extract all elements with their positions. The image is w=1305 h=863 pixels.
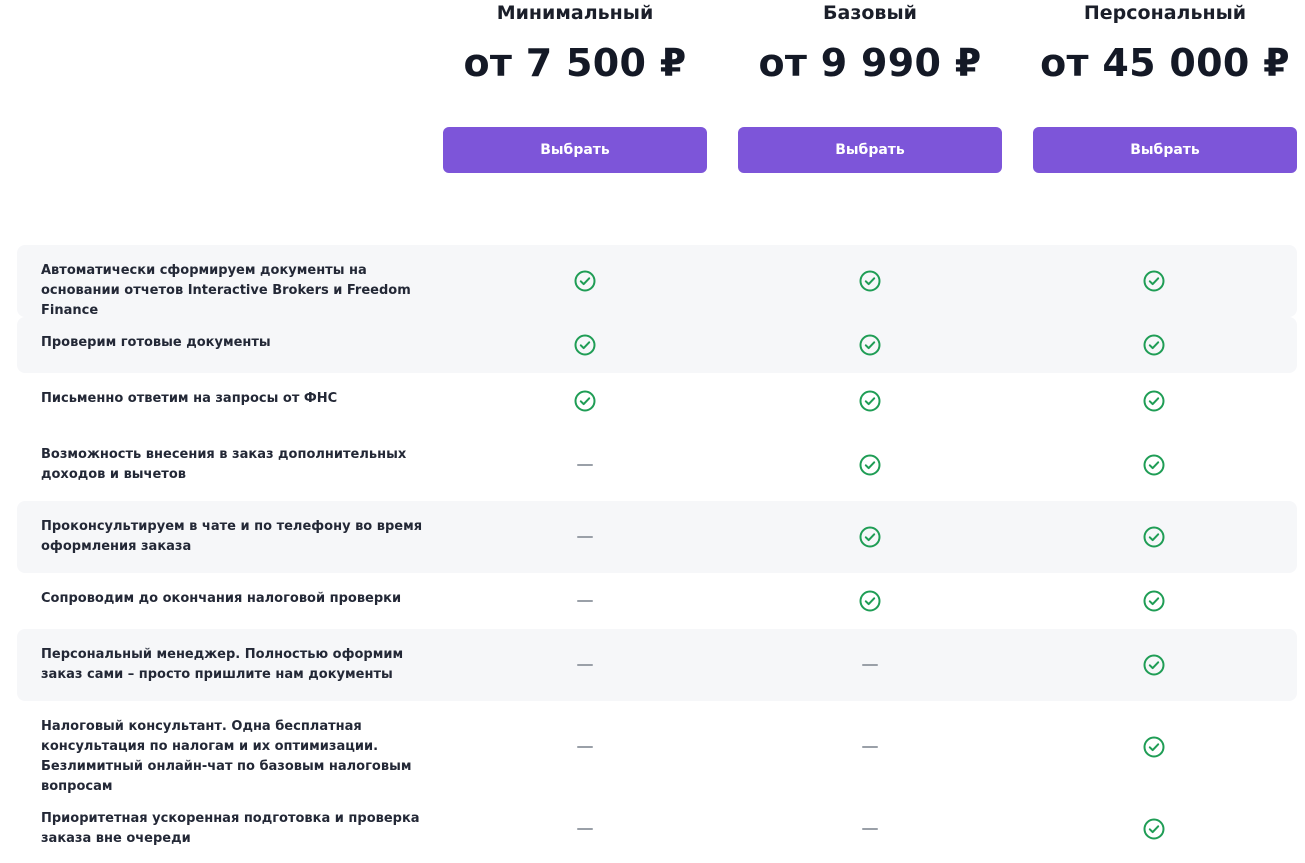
feature-cell bbox=[565, 573, 605, 629]
plan-price: от 9 990 ₽ bbox=[758, 41, 982, 85]
feature-cell bbox=[1134, 317, 1174, 373]
feature-cell bbox=[565, 245, 605, 317]
plan-name: Минимальный bbox=[496, 2, 654, 24]
dash-icon bbox=[577, 464, 593, 466]
feature-label: Письменно ответим на запросы от ФНС bbox=[41, 391, 338, 406]
feature-cell bbox=[850, 701, 890, 793]
check-circle-icon bbox=[859, 390, 881, 412]
feature-cell bbox=[565, 429, 605, 501]
feature-cell bbox=[565, 501, 605, 573]
plan-minimal: Минимальный от 7 500 ₽ Выбрать bbox=[443, 0, 707, 173]
feature-cell bbox=[850, 373, 890, 429]
check-circle-icon bbox=[1143, 270, 1165, 292]
dash-icon bbox=[862, 746, 878, 748]
dash-icon bbox=[577, 664, 593, 666]
feature-label: Налоговый консультант. Одна бесплатная к… bbox=[41, 719, 412, 794]
feature-row: Возможность внесения в заказ дополнитель… bbox=[17, 429, 1297, 501]
dash-icon bbox=[577, 828, 593, 830]
check-circle-icon bbox=[859, 590, 881, 612]
feature-cell bbox=[1134, 373, 1174, 429]
check-circle-icon bbox=[859, 526, 881, 548]
check-circle-icon bbox=[1143, 334, 1165, 356]
feature-cell bbox=[850, 573, 890, 629]
feature-label: Проверим готовые документы bbox=[41, 335, 271, 350]
check-circle-icon bbox=[1143, 526, 1165, 548]
feature-row: Проконсультируем в чате и по телефону во… bbox=[17, 501, 1297, 573]
dash-icon bbox=[577, 746, 593, 748]
plan-name: Персональный bbox=[1083, 2, 1247, 24]
plan-personal: Персональный от 45 000 ₽ Выбрать bbox=[1033, 0, 1297, 173]
check-circle-icon bbox=[1143, 736, 1165, 758]
feature-label: Возможность внесения в заказ дополнитель… bbox=[41, 447, 407, 482]
feature-cell bbox=[565, 317, 605, 373]
plan-name: Базовый bbox=[823, 2, 917, 24]
check-circle-icon bbox=[1143, 654, 1165, 676]
feature-cell bbox=[850, 317, 890, 373]
feature-cell bbox=[1134, 629, 1174, 701]
feature-cell bbox=[565, 629, 605, 701]
check-circle-icon bbox=[1143, 390, 1165, 412]
feature-row: Приоритетная ускоренная подготовка и про… bbox=[17, 793, 1297, 863]
feature-row: Налоговый консультант. Одна бесплатная к… bbox=[17, 701, 1297, 794]
feature-row: Сопроводим до окончания налоговой провер… bbox=[17, 573, 1297, 629]
feature-cell bbox=[1134, 501, 1174, 573]
feature-comparison-table: Автоматически сформируем документы на ос… bbox=[17, 245, 1297, 863]
check-circle-icon bbox=[859, 270, 881, 292]
feature-cell bbox=[1134, 429, 1174, 501]
select-basic-button[interactable]: Выбрать bbox=[738, 127, 1002, 173]
feature-row: Письменно ответим на запросы от ФНС bbox=[17, 373, 1297, 429]
feature-label: Проконсультируем в чате и по телефону во… bbox=[41, 519, 423, 554]
dash-icon bbox=[862, 828, 878, 830]
plan-basic: Базовый от 9 990 ₽ Выбрать bbox=[738, 0, 1002, 173]
dash-icon bbox=[577, 600, 593, 602]
feature-cell bbox=[1134, 793, 1174, 863]
select-personal-button[interactable]: Выбрать bbox=[1033, 127, 1297, 173]
feature-cell bbox=[850, 429, 890, 501]
feature-label: Автоматически сформируем документы на ос… bbox=[41, 263, 411, 318]
dash-icon bbox=[577, 536, 593, 538]
check-circle-icon bbox=[574, 334, 596, 356]
feature-cell bbox=[565, 793, 605, 863]
feature-row: Проверим готовые документы bbox=[17, 317, 1297, 373]
feature-row: Автоматически сформируем документы на ос… bbox=[17, 245, 1297, 318]
check-circle-icon bbox=[574, 390, 596, 412]
feature-cell bbox=[850, 793, 890, 863]
feature-cell bbox=[1134, 245, 1174, 317]
feature-row: Персональный менеджер. Полностью оформим… bbox=[17, 629, 1297, 701]
feature-cell bbox=[850, 245, 890, 317]
check-circle-icon bbox=[859, 334, 881, 356]
feature-cell bbox=[850, 629, 890, 701]
feature-cell bbox=[565, 701, 605, 793]
check-circle-icon bbox=[859, 454, 881, 476]
feature-label: Приоритетная ускоренная подготовка и про… bbox=[41, 811, 420, 846]
feature-label: Сопроводим до окончания налоговой провер… bbox=[41, 591, 402, 606]
feature-label: Персональный менеджер. Полностью оформим… bbox=[41, 647, 404, 682]
dash-icon bbox=[862, 664, 878, 666]
check-circle-icon bbox=[574, 270, 596, 292]
feature-cell bbox=[1134, 573, 1174, 629]
plan-price: от 7 500 ₽ bbox=[463, 41, 687, 85]
check-circle-icon bbox=[1143, 590, 1165, 612]
plan-headers: Минимальный от 7 500 ₽ Выбрать Базовый о… bbox=[0, 0, 1305, 180]
feature-cell bbox=[1134, 701, 1174, 793]
feature-cell bbox=[850, 501, 890, 573]
feature-cell bbox=[565, 373, 605, 429]
check-circle-icon bbox=[1143, 818, 1165, 840]
pricing-page: Минимальный от 7 500 ₽ Выбрать Базовый о… bbox=[0, 0, 1305, 863]
check-circle-icon bbox=[1143, 454, 1165, 476]
select-minimal-button[interactable]: Выбрать bbox=[443, 127, 707, 173]
plan-price: от 45 000 ₽ bbox=[1040, 41, 1290, 85]
